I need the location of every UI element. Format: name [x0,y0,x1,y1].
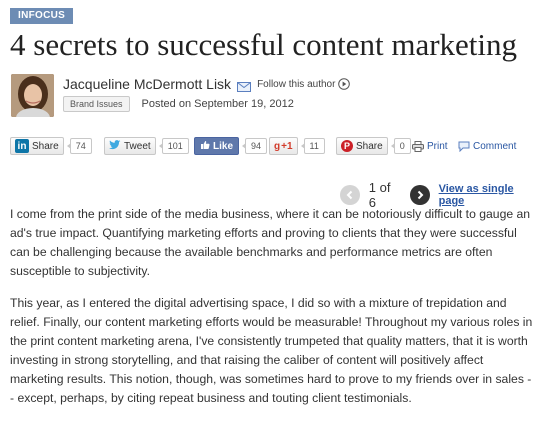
author-photo [11,74,54,117]
chevron-right-icon [417,190,424,200]
gplus-share[interactable]: g +1 11 [269,137,325,155]
pinterest-icon: P [341,140,353,152]
follow-label: Follow this author [257,78,336,90]
next-page-button[interactable] [409,185,430,205]
pinterest-share-button[interactable]: P Share [336,137,388,155]
article-body: I come from the print side of the media … [10,205,535,421]
comment-bubble-icon [458,141,470,152]
gplus-icon: g [274,140,281,152]
like-label: Like [213,140,234,152]
pinterest-share[interactable]: P Share 0 [336,137,411,155]
author-row: Jacqueline McDermott Lisk Follow this au… [63,76,351,92]
infocus-badge[interactable]: INFOCUS [10,8,74,24]
chevron-left-icon [346,190,353,200]
gplus-label: +1 [281,140,293,152]
thumbs-up-icon [200,140,210,153]
linkedin-share-button[interactable]: in Share [10,137,64,155]
posted-date: Posted on September 19, 2012 [141,98,294,110]
twitter-share[interactable]: Tweet 101 [104,137,189,155]
view-single-page-link[interactable]: View as single page [439,183,541,207]
linkedin-count: 74 [66,138,92,154]
article-paragraph: I come from the print side of the media … [10,207,531,278]
linkedin-share-label: Share [32,140,59,152]
tweet-label: Tweet [124,140,151,152]
article-title: 4 secrets to successful content marketin… [10,27,518,62]
like-count: 94 [242,138,268,154]
comment-link[interactable]: Comment [458,137,516,155]
article-meta: Brand Issues Posted on September 19, 201… [63,96,294,112]
gplus-button[interactable]: g +1 [269,137,298,155]
print-link[interactable]: Print [412,137,448,155]
author-name[interactable]: Jacqueline McDermott Lisk [63,76,231,92]
facebook-like-button[interactable]: Like [194,137,240,155]
gplus-count: 11 [300,138,325,154]
linkedin-icon: in [15,139,29,153]
linkedin-share[interactable]: in Share 74 [10,137,92,155]
category-tag[interactable]: Brand Issues [63,96,130,112]
facebook-like[interactable]: Like 94 [194,137,268,155]
print-label: Print [427,140,448,152]
play-circle-icon [338,78,351,90]
tweet-count: 101 [158,138,189,154]
comment-label: Comment [473,140,517,152]
printer-icon [412,140,424,152]
follow-author-link[interactable]: Follow this author [257,78,351,90]
tweet-button[interactable]: Tweet [104,137,156,155]
article-paragraph: This year, as I entered the digital adve… [10,296,533,405]
pinterest-count: 0 [390,138,411,154]
pinterest-share-label: Share [356,140,383,152]
email-icon[interactable] [237,79,252,92]
author-avatar[interactable] [11,74,54,117]
prev-page-button[interactable] [340,185,360,205]
twitter-bird-icon [109,139,121,153]
